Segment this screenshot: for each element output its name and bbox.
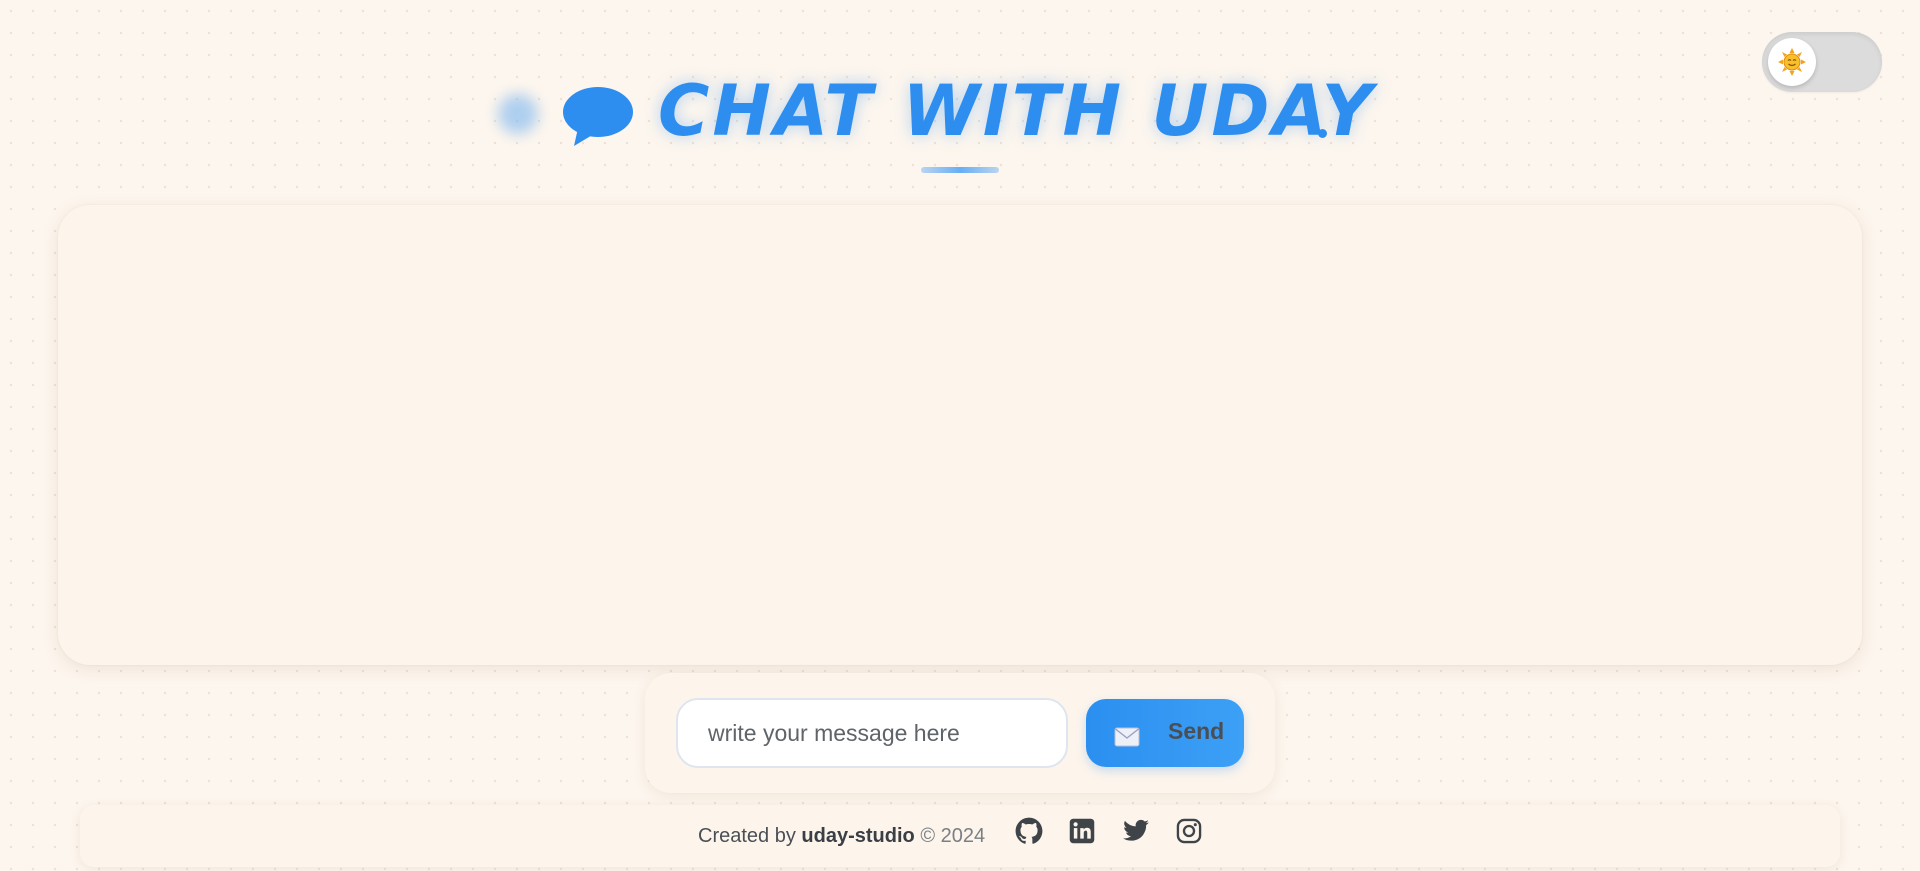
footer-copyright: © 2024 (920, 825, 986, 847)
twitter-icon[interactable] (1122, 817, 1150, 845)
send-button[interactable]: Send (1086, 699, 1244, 767)
message-composer: Send (645, 673, 1275, 793)
github-icon[interactable] (1015, 817, 1043, 845)
send-button-label: Send (1168, 718, 1225, 744)
header: CHAT WITH UDAY (480, 68, 1380, 178)
title-underline (921, 167, 999, 173)
title-dot (1318, 129, 1327, 138)
sun-icon (1778, 48, 1806, 76)
page-title: CHAT WITH UDAY (658, 70, 1376, 152)
footer-created-by: Created by (698, 825, 796, 847)
chat-messages-panel (58, 205, 1862, 665)
speech-bubble-icon (563, 87, 633, 146)
glow-dot (498, 94, 538, 134)
toggle-knob[interactable] (1768, 38, 1816, 86)
message-input[interactable] (676, 698, 1068, 768)
footer: Created by uday-studio © 2024 (80, 805, 1840, 867)
title-dot (1342, 131, 1345, 134)
instagram-icon[interactable] (1175, 817, 1203, 845)
footer-brand[interactable]: uday-studio (801, 825, 914, 847)
footer-credit: Created by uday-studio © 2024 (698, 825, 985, 848)
envelope-icon (1114, 727, 1140, 747)
linkedin-icon[interactable] (1068, 817, 1096, 845)
theme-toggle[interactable] (1762, 32, 1882, 92)
